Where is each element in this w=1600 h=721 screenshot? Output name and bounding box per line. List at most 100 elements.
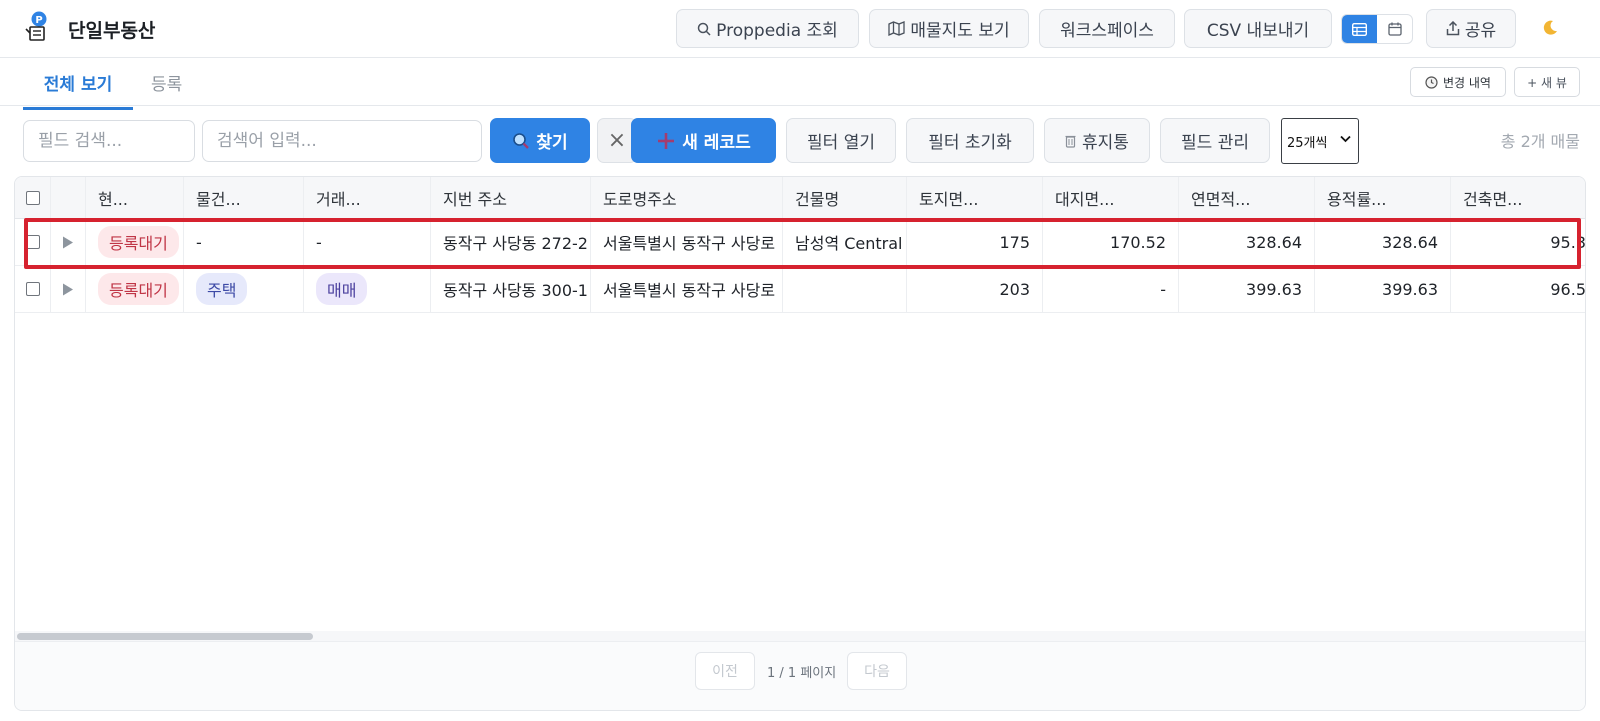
app-title: 단일부동산 <box>68 20 156 42</box>
column-header-property-type[interactable]: 물건... <box>184 177 304 218</box>
property-type-cell: 주택 <box>184 266 304 312</box>
deal-type-badge: 매매 <box>316 273 368 305</box>
tab-registration[interactable]: 등록 <box>151 70 182 107</box>
records-table: 현... 물건... 거래... 지번 주소 도로명주소 건물명 토지면... … <box>14 176 1586 711</box>
property-map-button[interactable]: 매물지도 보기 <box>869 9 1029 48</box>
total-count: 총 2개 매물 <box>1500 132 1580 151</box>
pagination-bar: 이전 1 / 1 페이지 다음 <box>15 641 1585 710</box>
column-header-building-area[interactable]: 건축면... <box>1451 177 1585 218</box>
app-header: P 단일부동산 Proppedia 조회 매물지도 보기 워크스페이스 CSV … <box>0 0 1600 58</box>
horizontal-scrollbar[interactable] <box>15 631 1585 641</box>
reset-filter-button[interactable]: 필터 초기화 <box>906 118 1034 163</box>
building-area-cell: 96.5 <box>1451 266 1585 312</box>
workspace-label: 워크스페이스 <box>1060 21 1154 41</box>
dark-mode-moon-icon[interactable] <box>1541 19 1559 37</box>
road-address-cell: 서울특별시 동작구 사당로 <box>591 266 783 312</box>
status-badge: 등록대기 <box>98 226 179 258</box>
view-tabs: 전체 보기 등록 변경 내역 + 새 뷰 <box>0 58 1600 110</box>
building-area-cell: 95.3 <box>1451 219 1585 265</box>
table-header: 현... 물건... 거래... 지번 주소 도로명주소 건물명 토지면... … <box>15 177 1585 219</box>
column-header-floor-area[interactable]: 연면적... <box>1179 177 1315 218</box>
deal-type-cell: - <box>304 219 431 265</box>
table-icon <box>1352 22 1367 36</box>
expand-column-header <box>51 177 86 218</box>
expand-triangle-icon[interactable] <box>62 236 74 249</box>
far-cell: 399.63 <box>1315 266 1451 312</box>
expand-cell <box>51 219 86 265</box>
field-search-input[interactable] <box>23 120 195 162</box>
calendar-view-button[interactable] <box>1377 15 1412 43</box>
column-header-far[interactable]: 용적률... <box>1315 177 1451 218</box>
chevron-down-icon <box>1340 135 1351 143</box>
new-record-label: 새 레코드 <box>682 133 751 153</box>
trash-button[interactable]: 휴지통 <box>1044 118 1150 163</box>
deal-type-cell: 매매 <box>304 266 431 312</box>
jibun-address-cell: 동작구 사당동 300-1 <box>431 266 591 312</box>
manage-fields-button[interactable]: 필드 관리 <box>1160 118 1270 163</box>
far-cell: 328.64 <box>1315 219 1451 265</box>
property-map-label: 매물지도 보기 <box>910 21 1010 41</box>
search-icon <box>697 22 711 36</box>
table-row[interactable]: 등록대기 - - 동작구 사당동 272-2 서울특별시 동작구 사당로 남성역… <box>15 219 1585 266</box>
find-button[interactable]: 찾기 <box>490 118 590 163</box>
row-checkbox-cell <box>15 266 51 312</box>
query-input[interactable] <box>202 120 482 162</box>
row-checkbox[interactable] <box>26 282 40 296</box>
select-all-checkbox-cell <box>15 177 51 218</box>
history-clock-icon <box>1425 75 1438 89</box>
expand-cell <box>51 266 86 312</box>
tab-all-view[interactable]: 전체 보기 <box>23 70 133 110</box>
open-filter-button[interactable]: 필터 열기 <box>786 118 896 163</box>
view-toggle <box>1341 14 1413 44</box>
property-type-cell: - <box>184 219 304 265</box>
site-area-cell: - <box>1043 266 1179 312</box>
new-view-button[interactable]: + 새 뷰 <box>1514 67 1580 97</box>
share-button[interactable]: 공유 <box>1426 9 1516 48</box>
table-view-button[interactable] <box>1342 15 1377 43</box>
trash-label: 휴지통 <box>1082 133 1129 153</box>
status-badge: 등록대기 <box>98 273 179 305</box>
property-type-badge: 주택 <box>196 273 248 305</box>
row-checkbox-cell <box>15 219 51 265</box>
expand-triangle-icon[interactable] <box>62 283 74 296</box>
workspace-button[interactable]: 워크스페이스 <box>1039 9 1175 48</box>
new-record-button[interactable]: 새 레코드 <box>631 118 776 163</box>
column-header-status[interactable]: 현... <box>86 177 184 218</box>
prev-page-button[interactable]: 이전 <box>695 652 755 690</box>
row-checkbox[interactable] <box>26 235 40 249</box>
building-name-cell: 남성역 Central <box>783 219 907 265</box>
floor-area-cell: 328.64 <box>1179 219 1315 265</box>
select-all-checkbox[interactable] <box>26 190 40 205</box>
page-size-value: 25개씩 <box>1287 135 1328 151</box>
csv-export-button[interactable]: CSV 내보내기 <box>1184 9 1332 48</box>
land-area-cell: 203 <box>907 266 1043 312</box>
page-size-select[interactable]: 25개씩 <box>1281 118 1359 164</box>
column-header-site-area[interactable]: 대지면... <box>1043 177 1179 218</box>
change-history-label: 변경 내역 <box>1443 75 1491 90</box>
plus-icon <box>658 132 675 149</box>
share-label: 공유 <box>1464 21 1497 41</box>
calendar-icon <box>1387 22 1402 36</box>
change-history-button[interactable]: 변경 내역 <box>1410 67 1506 97</box>
status-cell: 등록대기 <box>86 266 184 312</box>
find-label: 찾기 <box>536 133 568 153</box>
building-name-cell <box>783 266 907 312</box>
column-header-building-name[interactable]: 건물명 <box>783 177 907 218</box>
column-header-deal-type[interactable]: 거래... <box>304 177 431 218</box>
column-header-road-address[interactable]: 도로명주소 <box>591 177 783 218</box>
column-header-land-area[interactable]: 토지면... <box>907 177 1043 218</box>
road-address-cell: 서울특별시 동작구 사당로 <box>591 219 783 265</box>
toolbar: 찾기 × 새 레코드 필터 열기 필터 초기화 휴지통 필드 관리 25개씩 총… <box>0 106 1600 176</box>
proppedia-search-button[interactable]: Proppedia 조회 <box>676 9 859 48</box>
proppedia-search-label: Proppedia 조회 <box>716 21 838 41</box>
horizontal-scrollbar-thumb[interactable] <box>17 633 313 640</box>
land-area-cell: 175 <box>907 219 1043 265</box>
csv-export-label: CSV 내보내기 <box>1206 21 1310 41</box>
page-info: 1 / 1 페이지 <box>767 666 837 681</box>
table-row[interactable]: 등록대기 주택 매매 동작구 사당동 300-1 서울특별시 동작구 사당로 2… <box>15 266 1585 313</box>
column-header-jibun-address[interactable]: 지번 주소 <box>431 177 591 218</box>
next-page-button[interactable]: 다음 <box>847 652 907 690</box>
magnifier-icon <box>513 132 530 149</box>
status-cell: 등록대기 <box>86 219 184 265</box>
site-area-cell: 170.52 <box>1043 219 1179 265</box>
